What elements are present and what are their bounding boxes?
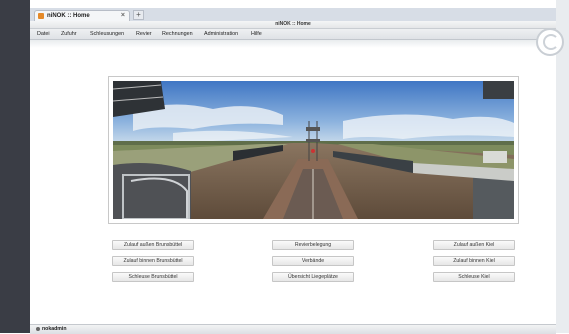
menu-hilfe[interactable]: Hilfe bbox=[251, 29, 262, 39]
browser-window: niNOK :: Home × + niNOK :: Home Datei Zu… bbox=[30, 8, 556, 334]
revierbelegung-button[interactable]: Revierbelegung bbox=[272, 240, 354, 250]
menu-zufuhr[interactable]: Zufuhr bbox=[61, 29, 77, 39]
refresh-icon[interactable] bbox=[536, 28, 564, 56]
menu-schleusungen[interactable]: Schleusungen bbox=[90, 29, 124, 39]
menu-administration[interactable]: Administration bbox=[204, 29, 238, 39]
zulauf-binnen-brunsbuettel-button[interactable]: Zulauf binnen Brunsbüttel bbox=[112, 256, 194, 266]
menu-revier[interactable]: Revier bbox=[136, 29, 152, 39]
schleuse-brunsbuettel-button[interactable]: Schleuse Brunsbüttel bbox=[112, 272, 194, 282]
menu-datei[interactable]: Datei bbox=[37, 29, 50, 39]
zulauf-aussen-brunsbuettel-button[interactable]: Zulauf außen Brunsbüttel bbox=[112, 240, 194, 250]
lock-photo-frame bbox=[108, 76, 519, 224]
zulauf-binnen-kiel-button[interactable]: Zulauf binnen Kiel bbox=[433, 256, 515, 266]
uebersicht-liegeplaetze-button[interactable]: Übersicht Liegeplätze bbox=[272, 272, 354, 282]
menu-bar: Datei Zufuhr Schleusungen Revier Rechnun… bbox=[30, 29, 556, 40]
window-title: niNOK :: Home bbox=[275, 21, 311, 27]
schleuse-kiel-button[interactable]: Schleuse Kiel bbox=[433, 272, 515, 282]
tab-strip: niNOK :: Home × + bbox=[30, 8, 556, 22]
user-icon bbox=[36, 326, 40, 331]
verbaende-button[interactable]: Verbände bbox=[272, 256, 354, 266]
desktop-left-edge bbox=[0, 0, 30, 333]
menu-shadow bbox=[30, 40, 556, 48]
new-tab-button[interactable]: + bbox=[133, 10, 144, 20]
status-username: nokadmin bbox=[42, 326, 67, 332]
title-bar: niNOK :: Home bbox=[30, 21, 556, 29]
refresh-arc bbox=[543, 34, 559, 50]
menu-rechnungen[interactable]: Rechnungen bbox=[162, 29, 193, 39]
close-tab-icon[interactable]: × bbox=[121, 11, 125, 21]
canal-lock-photo bbox=[113, 81, 514, 219]
browser-tab[interactable]: niNOK :: Home × bbox=[34, 10, 130, 21]
favicon-icon bbox=[38, 13, 44, 19]
tab-title: niNOK :: Home bbox=[47, 13, 90, 19]
zulauf-aussen-kiel-button[interactable]: Zulauf außen Kiel bbox=[433, 240, 515, 250]
